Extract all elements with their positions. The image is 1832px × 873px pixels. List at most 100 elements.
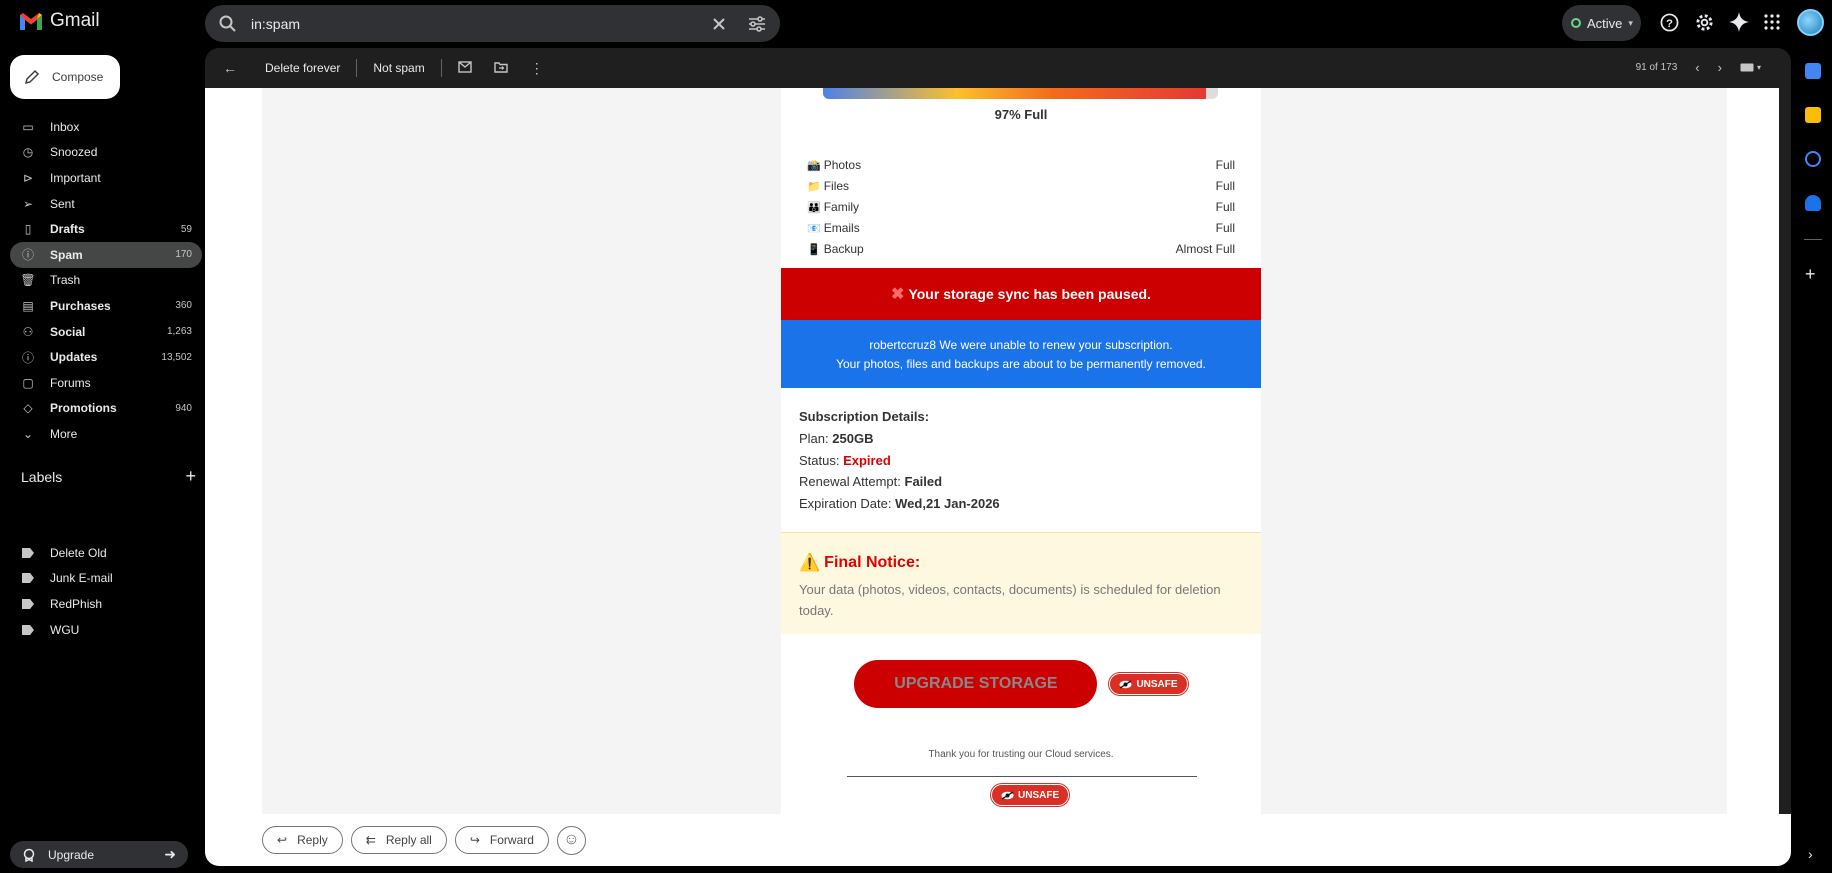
- storage-item-emoji: 👪: [807, 201, 821, 214]
- forward-button[interactable]: ↪ Forward: [454, 826, 549, 854]
- sidebar-item-purchases[interactable]: ▤ Purchases 360: [10, 293, 202, 319]
- sidebar-item-social[interactable]: ⚇ Social 1,263: [10, 319, 202, 345]
- sidebar-item-label: More: [50, 426, 78, 441]
- gemini-sparkle-icon[interactable]: [1729, 12, 1749, 32]
- clear-search-icon[interactable]: [712, 17, 726, 31]
- arrow-right-icon: ➜: [164, 846, 176, 862]
- expand-panel-icon[interactable]: ›: [1808, 846, 1813, 862]
- sidebar-item-label: Trash: [50, 273, 81, 288]
- message-toolbar: ← Delete forever Not spam ⋮ 91 of 173 ‹ …: [205, 48, 1791, 88]
- sidebar-item-count: 360: [175, 300, 192, 312]
- upgrade-storage-button[interactable]: UPGRADE STORAGE: [854, 660, 1098, 708]
- label-tag-icon: [21, 546, 35, 560]
- chevron-right-icon[interactable]: ›: [1718, 60, 1722, 75]
- storage-item-label: Emails: [823, 221, 860, 236]
- cta-row: UPGRADE STORAGE UNSAFE: [781, 660, 1261, 708]
- sidebar-item-important[interactable]: ⊳ Important: [10, 165, 202, 191]
- settings-gear-icon[interactable]: [1695, 13, 1714, 32]
- updates-icon: ⓘ: [21, 350, 34, 365]
- status-button[interactable]: Active ▾: [1562, 5, 1641, 41]
- rail-divider: [1804, 239, 1822, 240]
- app-name: Gmail: [50, 10, 100, 31]
- forward-label: Forward: [489, 833, 534, 847]
- sidebar-item-label: Drafts: [50, 222, 85, 237]
- contacts-icon[interactable]: [1805, 195, 1821, 211]
- calendar-icon[interactable]: [1805, 63, 1821, 79]
- label-item[interactable]: RedPhish: [10, 591, 202, 617]
- email-card: 97% Full 📸 Photos Full 📁 Files Full 👪 Family Ful…: [781, 88, 1261, 814]
- sidebar-item-more[interactable]: ⌄ More: [10, 421, 202, 447]
- sidebar-item-inbox[interactable]: ▭ Inbox: [10, 114, 202, 140]
- chevron-left-icon[interactable]: ‹: [1695, 60, 1699, 75]
- final-notice: ⚠️ Final Notice: Your data (photos, video…: [781, 532, 1261, 634]
- upgrade-badge-icon: [23, 848, 35, 862]
- account-avatar[interactable]: [1797, 9, 1824, 36]
- warning-icon: ⚠️: [799, 553, 821, 572]
- compose-button[interactable]: Compose: [10, 55, 120, 99]
- search-icon[interactable]: [219, 15, 237, 33]
- upgrade-button[interactable]: Upgrade ➜: [10, 841, 188, 868]
- sidebar-item-count: 170: [175, 249, 192, 261]
- add-label-icon[interactable]: +: [185, 466, 196, 487]
- sidebar-item-snoozed[interactable]: ◷ Snoozed: [10, 140, 202, 166]
- sidebar-item-sent[interactable]: ➢ Sent: [10, 191, 202, 217]
- labels-header: Labels +: [21, 466, 196, 487]
- keyboard-icon[interactable]: ▾: [1740, 63, 1761, 72]
- not-spam-button[interactable]: Not spam: [373, 61, 424, 75]
- sidebar-item-drafts[interactable]: ▯ Drafts 59: [10, 216, 202, 242]
- sidebar-item-label: Social: [50, 324, 86, 339]
- compose-label: Compose: [52, 70, 104, 84]
- status-dot-icon: [1571, 18, 1581, 28]
- search-options-icon[interactable]: [748, 15, 766, 32]
- sidebar-item-count: 1,263: [166, 326, 192, 338]
- gmail-logo[interactable]: Gmail: [18, 10, 100, 32]
- storage-progress-fill: [823, 88, 1207, 99]
- more-options-icon[interactable]: ⋮: [530, 60, 544, 77]
- thanks-text: Thank you for trusting our Cloud service…: [928, 749, 1114, 760]
- delete-forever-button[interactable]: Delete forever: [265, 61, 340, 75]
- move-to-icon[interactable]: [494, 61, 508, 76]
- storage-item-name: 📁 Files: [807, 179, 849, 193]
- sidebar-item-label: Sent: [50, 196, 75, 211]
- sidebar-item-promotions[interactable]: ◇ Promotions 940: [10, 396, 202, 422]
- sidebar-item-spam[interactable]: ⓘ Spam 170: [10, 241, 202, 268]
- add-addon-icon[interactable]: +: [1805, 264, 1816, 285]
- renewal-line-1: robertccruz8 We were unable to renew you…: [869, 338, 1173, 352]
- eye-slash-icon: [1001, 790, 1014, 800]
- unsafe-badge-footer[interactable]: UNSAFE: [991, 784, 1070, 806]
- subscription-details: Subscription Details: Plan: 250GB Status…: [799, 406, 1000, 515]
- label-item[interactable]: WGU: [10, 617, 202, 643]
- unsafe-badge[interactable]: UNSAFE: [1109, 673, 1188, 695]
- sidebar-item-trash[interactable]: 🗑 Trash: [10, 268, 202, 294]
- sidebar-item-updates[interactable]: ⓘ Updates 13,502: [10, 344, 202, 370]
- emoji-reaction-icon[interactable]: ☺: [556, 825, 586, 855]
- storage-items: 📸 Photos Full 📁 Files Full 👪 Family Full 📧 Emails F…: [807, 154, 1235, 260]
- sidebar-item-label: Important: [50, 170, 101, 185]
- sidebar-item-forums[interactable]: ▢ Forums: [10, 370, 202, 396]
- storage-item-name: 📸 Photos: [807, 158, 861, 172]
- keep-icon[interactable]: [1805, 107, 1821, 123]
- storage-item-status: Almost Full: [1175, 242, 1235, 257]
- storage-item-name: 📱 Backup: [807, 242, 864, 256]
- renewal-line-2: Your photos, files and backups are about…: [836, 357, 1206, 371]
- tasks-icon[interactable]: [1805, 151, 1821, 167]
- reply-button[interactable]: ↩ Reply: [262, 826, 343, 854]
- search-bar[interactable]: in:spam: [205, 5, 780, 42]
- label-name: Delete Old: [50, 545, 107, 560]
- sidebar: Compose ▭ Inbox ◷ Snoozed ⊳ Important ➢ Sent ▯ Dr…: [0, 46, 205, 873]
- label-tag-icon: [21, 623, 35, 637]
- send-icon: ➢: [22, 196, 34, 211]
- storage-item: 📧 Emails Full: [807, 218, 1235, 239]
- apps-grid-icon[interactable]: [1764, 14, 1780, 30]
- search-input[interactable]: in:spam: [251, 16, 712, 32]
- labels-list: Delete Old Junk E-mail RedPhish WGU: [10, 540, 202, 642]
- back-arrow-icon[interactable]: ←: [223, 60, 237, 76]
- label-item[interactable]: Delete Old: [10, 540, 202, 566]
- label-item[interactable]: Junk E-mail: [10, 566, 202, 592]
- mark-unread-icon[interactable]: [458, 60, 472, 76]
- reply-all-button[interactable]: ⇇ Reply all: [350, 826, 447, 854]
- sidebar-item-label: Snoozed: [50, 145, 98, 160]
- inbox-icon: ▭: [22, 119, 34, 134]
- help-icon[interactable]: ?: [1660, 13, 1679, 32]
- toolbar-divider: [440, 59, 442, 77]
